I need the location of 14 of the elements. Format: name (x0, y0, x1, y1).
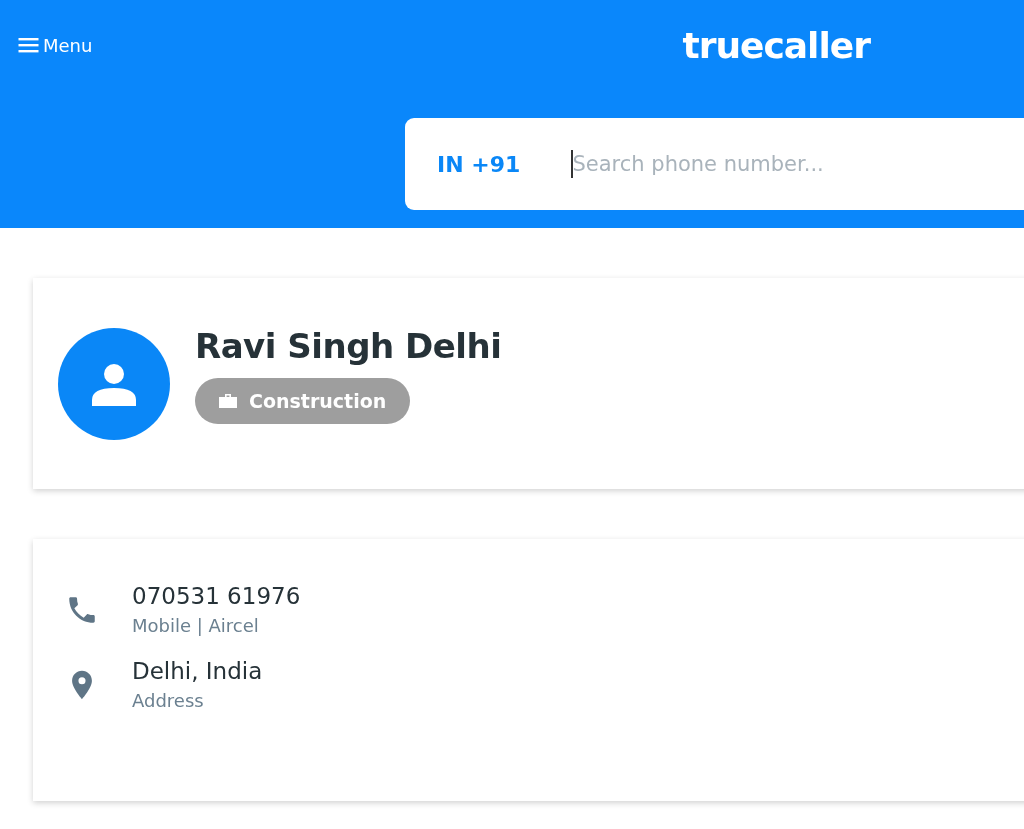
detail-label: Address (132, 690, 205, 711)
menu-icon (18, 37, 39, 53)
avatar-icon (58, 327, 170, 440)
job-tag: Construction (195, 377, 411, 424)
contact-name: Ravi Singh Delhi (195, 325, 502, 366)
briefcase-icon (219, 392, 237, 409)
detail-value: Delhi, India (132, 658, 263, 684)
detail-value: 070531 61976 (132, 583, 301, 609)
country-code[interactable]: IN +91 (437, 151, 567, 177)
detail-label: Mobile | Aircel (132, 615, 260, 636)
search-field[interactable]: IN +91 Search phone number... (405, 118, 1024, 210)
text-cursor (571, 150, 573, 178)
logo[interactable]: truecaller (682, 24, 870, 66)
menu-button[interactable]: Menu (18, 34, 93, 56)
